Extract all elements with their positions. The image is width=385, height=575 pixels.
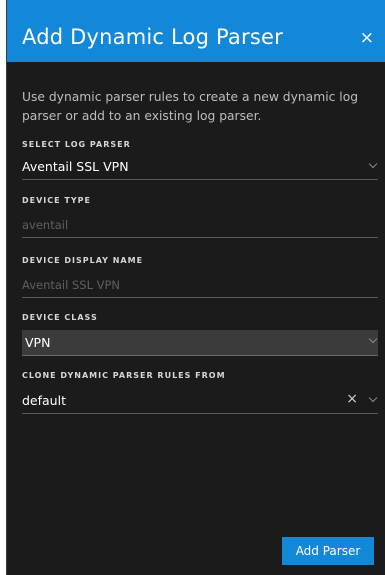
device-display-name-input[interactable]: Aventail SSL VPN <box>22 273 378 298</box>
device-class-label: DEVICE CLASS <box>22 313 98 322</box>
select-log-parser-dropdown[interactable]: Aventail SSL VPN <box>22 155 378 180</box>
device-class-dropdown[interactable]: VPN <box>22 330 378 356</box>
dialog-header: Add Dynamic Log Parser × <box>7 0 385 62</box>
dialog-title: Add Dynamic Log Parser <box>22 25 283 49</box>
clone-rules-label: CLONE DYNAMIC PARSER RULES FROM <box>22 371 226 380</box>
chevron-down-icon <box>368 334 378 344</box>
device-type-label: DEVICE TYPE <box>22 196 91 205</box>
close-icon[interactable]: × <box>360 30 374 47</box>
device-display-name-label: DEVICE DISPLAY NAME <box>22 256 144 265</box>
select-log-parser-label: SELECT LOG PARSER <box>22 140 131 149</box>
device-class-value: VPN <box>25 335 51 350</box>
add-parser-button[interactable]: Add Parser <box>282 537 374 565</box>
chevron-down-icon <box>368 393 378 403</box>
chevron-down-icon <box>368 159 378 169</box>
clone-rules-dropdown[interactable]: default × <box>22 389 378 414</box>
dialog-description: Use dynamic parser rules to create a new… <box>22 90 359 123</box>
device-display-name-placeholder: Aventail SSL VPN <box>22 278 121 292</box>
select-log-parser-value: Aventail SSL VPN <box>22 159 129 174</box>
add-parser-dialog: Add Dynamic Log Parser × Use dynamic par… <box>6 0 385 575</box>
device-type-placeholder: aventail <box>22 218 69 232</box>
clone-rules-value: default <box>22 393 66 408</box>
clear-icon[interactable]: × <box>346 392 358 406</box>
device-type-input[interactable]: aventail <box>22 213 378 238</box>
